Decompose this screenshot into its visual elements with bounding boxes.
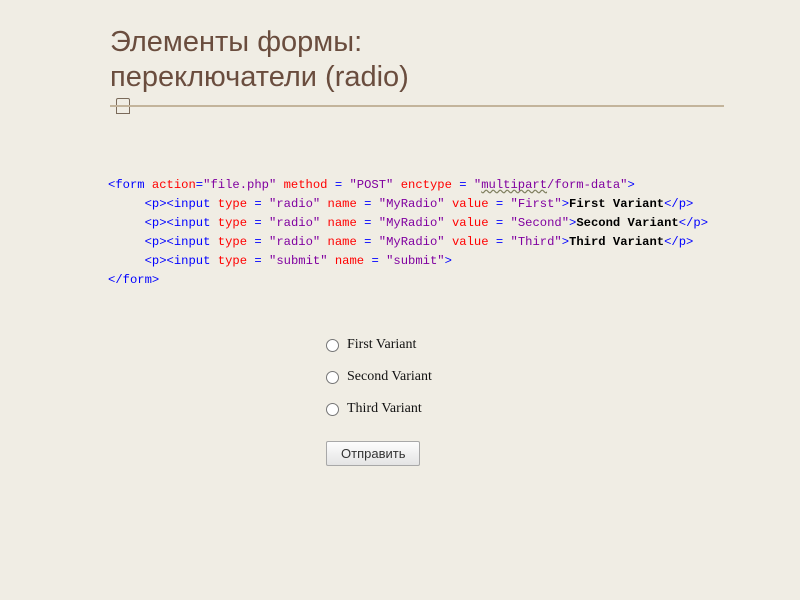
title-line-1: Элементы формы: [110, 26, 362, 58]
radio-label-second: Second Variant [347, 369, 432, 385]
radio-row-3: Third Variant [326, 401, 432, 417]
radio-first[interactable] [326, 339, 339, 352]
radio-second[interactable] [326, 371, 339, 384]
title-underline [110, 105, 724, 107]
slide: Элементы формы: переключатели (radio) <f… [0, 0, 800, 600]
radio-row-1: First Variant [326, 337, 432, 353]
radio-label-third: Third Variant [347, 401, 422, 417]
form-preview: First Variant Second Variant Third Varia… [326, 337, 432, 466]
val-enctype-wavy: multipart [481, 178, 547, 192]
title-line-2: переключатели (radio) [110, 61, 409, 93]
radio-label-first: First Variant [347, 337, 416, 353]
attr-method: method [284, 178, 328, 192]
attr-action: action [152, 178, 196, 192]
tag-form-open: <form [108, 178, 145, 192]
code-text-third: Third Variant [569, 235, 664, 249]
code-snippet: <form action="file.php" method = "POST" … [108, 176, 708, 289]
radio-third[interactable] [326, 403, 339, 416]
code-text-second: Second Variant [576, 216, 678, 230]
val-method: "POST" [349, 178, 393, 192]
slide-title: Элементы формы: переключатели (radio) [0, 0, 800, 95]
radio-row-2: Second Variant [326, 369, 432, 385]
attr-enctype: enctype [401, 178, 452, 192]
submit-button[interactable]: Отправить [326, 441, 420, 466]
code-text-first: First Variant [569, 197, 664, 211]
val-action: "file.php" [203, 178, 276, 192]
tag-form-close: </form> [108, 273, 159, 287]
